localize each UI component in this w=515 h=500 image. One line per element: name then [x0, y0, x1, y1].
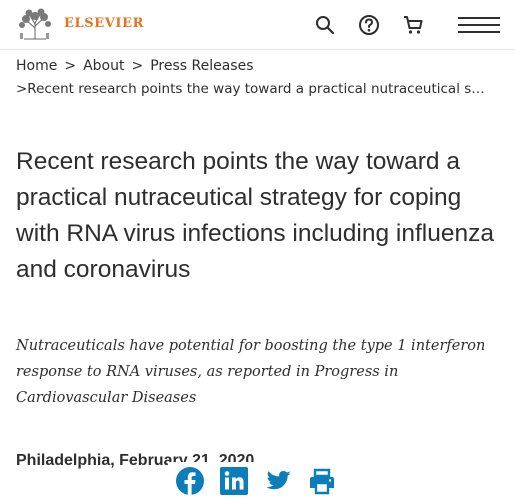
print-icon[interactable] — [300, 462, 344, 500]
share-bar — [168, 462, 344, 500]
menu-icon[interactable] — [458, 15, 500, 35]
breadcrumb-about-link[interactable]: About — [83, 58, 124, 74]
breadcrumb-separator: > — [131, 58, 144, 74]
article-subtitle: Nutraceuticals have potential for boosti… — [16, 338, 486, 406]
breadcrumb: Home > About > Press Releases — [16, 58, 254, 74]
elsevier-tree-logo-icon[interactable] — [16, 8, 54, 40]
site-header: ELSEVIER — [0, 0, 515, 50]
elsevier-logo-text[interactable]: ELSEVIER — [64, 16, 144, 31]
page-title: Recent research points the way toward a … — [16, 148, 494, 283]
facebook-icon[interactable] — [168, 462, 212, 500]
search-icon[interactable] — [314, 14, 336, 36]
breadcrumb-separator: > — [64, 58, 77, 74]
help-icon[interactable] — [358, 14, 380, 36]
breadcrumb-home-link[interactable]: Home — [16, 58, 57, 74]
linkedin-icon[interactable] — [212, 462, 256, 500]
twitter-icon[interactable] — [256, 462, 300, 500]
breadcrumb-press-releases-link[interactable]: Press Releases — [150, 58, 253, 74]
breadcrumb-current-page: >Recent research points the way toward a… — [16, 81, 486, 97]
cart-icon[interactable] — [402, 14, 424, 36]
